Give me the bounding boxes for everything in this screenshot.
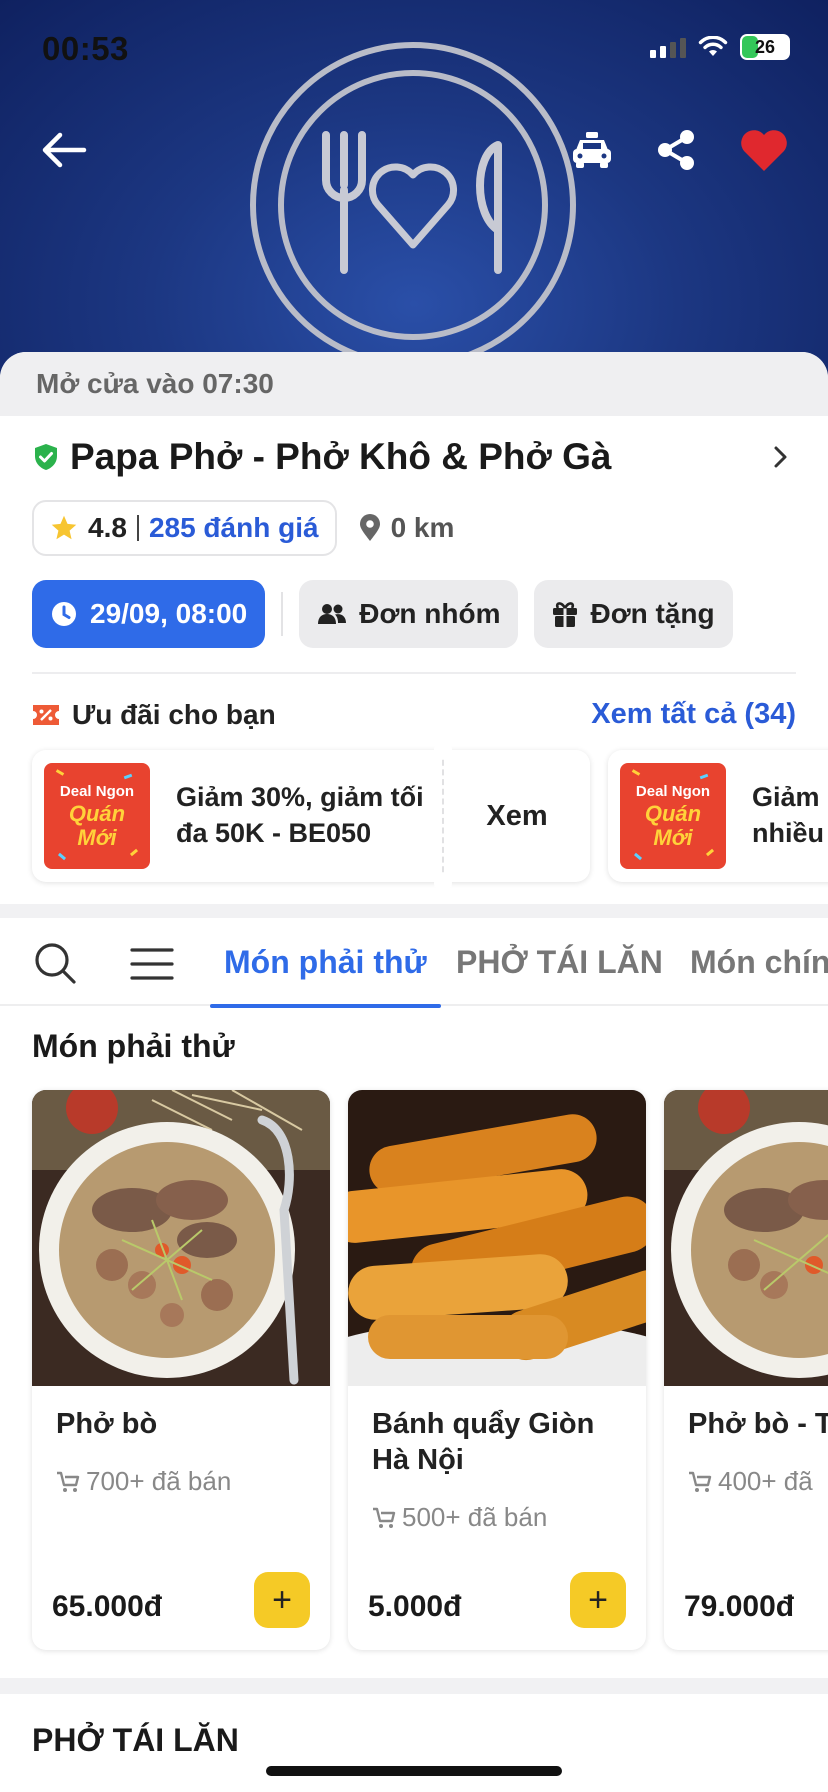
status-time: 00:53 [42, 30, 129, 67]
taxi-icon [573, 132, 611, 168]
verified-icon [35, 444, 57, 470]
heart-icon [741, 130, 787, 171]
share-icon [658, 130, 694, 170]
wifi-icon [698, 36, 728, 56]
see-all-promotions-link[interactable]: Xem tất cả (34) [591, 698, 796, 731]
chevron-right-icon[interactable] [764, 441, 796, 473]
dish-card[interactable]: Bánh quẩy Giòn Hà Nội 500+ đã bán 5.000đ… [348, 1090, 646, 1650]
group-order-chip[interactable]: Đơn nhóm [299, 580, 519, 648]
battery-icon: 26 [740, 34, 790, 60]
status-icons: 26 [650, 34, 790, 60]
section-title-pho-tai-lan: PHỞ TÁI LĂN [32, 1722, 239, 1758]
dish-image [32, 1090, 330, 1386]
sold-count: 500+ đã bán [372, 1502, 547, 1533]
schedule-chip[interactable]: 29/09, 08:00 [32, 580, 266, 648]
review-count: 285 đánh giá [148, 512, 319, 543]
search-icon[interactable] [32, 940, 80, 988]
cart-icon [373, 1507, 396, 1528]
cellular-signal-icon [650, 36, 686, 58]
distance: 0 km [359, 512, 455, 544]
dish-card[interactable]: Phở bò - Tl 400+ đã 79.000đ [664, 1090, 828, 1650]
share-button[interactable] [644, 118, 708, 182]
dish-name: Phở bò [56, 1408, 158, 1440]
location-pin-icon [359, 514, 380, 541]
coupon-card[interactable]: Deal Ngon Quán Mới Giảm nhiều [608, 750, 828, 882]
restaurant-banner: 00:53 26 [0, 0, 828, 380]
divider [32, 672, 796, 674]
deal-badge-image: Deal Ngon Quán Mới [620, 763, 726, 869]
coupon-description: Giảm nhiều [752, 782, 824, 848]
coupon-description: Giảm 30%, giảm tối đa 50K - BE050 [176, 782, 424, 848]
deal-badge-image: Deal Ngon Quán Mới [44, 763, 150, 869]
promotions-title: Ưu đãi cho bạn [72, 698, 276, 730]
promotions-carousel[interactable]: Deal Ngon Quán Mới Giảm 30%, giảm tối đa… [32, 740, 828, 892]
cart-icon [57, 1471, 80, 1492]
opening-notice: Mở cửa vào 07:30 [0, 352, 828, 416]
add-to-cart-button[interactable]: + [254, 1572, 310, 1628]
section-separator [0, 1678, 828, 1694]
dish-price: 79.000đ [684, 1590, 795, 1623]
section-title: Món phải thử [32, 1028, 235, 1064]
restaurant-sheet: Mở cửa vào 07:30 Papa Phở - Phở Khô & Ph… [0, 352, 828, 1792]
group-order-label: Đơn nhóm [359, 598, 501, 629]
add-to-cart-button[interactable]: + [570, 1572, 626, 1628]
menu-icon[interactable] [128, 940, 176, 988]
cart-icon [689, 1471, 712, 1492]
restaurant-logo [250, 42, 576, 368]
rating-value: 4.8 [88, 512, 127, 543]
back-button[interactable] [32, 118, 96, 182]
rating-row: 4.8 285 đánh giá 0 km [32, 500, 454, 556]
dish-image [348, 1090, 646, 1386]
tab-must-try[interactable]: Món phải thử [210, 918, 441, 1008]
home-indicator [266, 1766, 562, 1776]
group-icon [318, 604, 347, 624]
distance-value: 0 km [390, 512, 455, 543]
dish-price: 5.000đ [368, 1590, 462, 1623]
favorite-button[interactable] [732, 118, 796, 182]
sold-count: 400+ đã [688, 1466, 813, 1497]
promotions-header: Ưu đãi cho bạn Xem tất cả (34) [32, 698, 796, 731]
section-separator [0, 904, 828, 918]
must-try-carousel[interactable]: Phở bò 700+ đã bán 65.000đ + Bánh quẩy G… [32, 1090, 828, 1650]
rating-button[interactable]: 4.8 285 đánh giá [32, 500, 337, 556]
dish-image [664, 1090, 828, 1386]
gift-order-chip[interactable]: Đơn tặng [534, 580, 733, 648]
star-icon [51, 515, 77, 540]
gift-order-label: Đơn tặng [590, 598, 715, 629]
schedule-label: 29/09, 08:00 [90, 598, 248, 629]
sold-count: 700+ đã bán [56, 1466, 231, 1497]
dish-name: Phở bò - Tl [688, 1408, 828, 1440]
restaurant-title-row[interactable]: Papa Phở - Phở Khô & Phở Gà [32, 436, 796, 478]
menu-tab-bar: Món phải thử PHỞ TÁI LĂN Món chính [0, 918, 828, 1008]
order-options: 29/09, 08:00 Đơn nhóm Đơn tặng [32, 580, 733, 648]
discount-icon [33, 704, 59, 725]
tab-pho-tai-lan[interactable]: PHỞ TÁI LĂN [456, 918, 663, 1006]
coupon-view-button[interactable]: Xem [444, 750, 590, 882]
dish-card[interactable]: Phở bò 700+ đã bán 65.000đ + [32, 1090, 330, 1650]
dish-price: 65.000đ [52, 1590, 163, 1623]
dish-name: Bánh quẩy Giòn Hà Nội [372, 1408, 595, 1477]
taxi-button[interactable] [560, 118, 624, 182]
gift-icon [553, 602, 578, 627]
coupon-card[interactable]: Deal Ngon Quán Mới Giảm 30%, giảm tối đa… [32, 740, 590, 892]
tab-main-dishes[interactable]: Món chính [690, 918, 828, 1006]
back-arrow-icon [42, 132, 87, 168]
chip-divider [281, 592, 284, 636]
clock-icon [52, 602, 76, 626]
rating-divider [136, 515, 139, 541]
restaurant-name: Papa Phở - Phở Khô & Phở Gà [70, 436, 612, 477]
